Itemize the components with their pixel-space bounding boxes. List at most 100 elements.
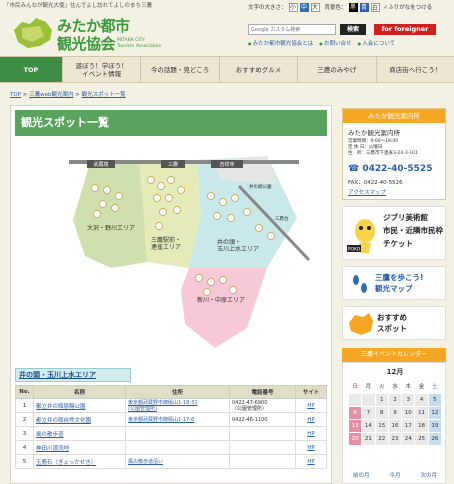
calendar-day[interactable]: 5	[428, 394, 441, 406]
global-nav: TOP 遊ぼう！学ぼう！ イベント情報 今の話題・見どころ おすすめグルメ 三鷹…	[0, 56, 454, 83]
table-row: 1 都立井の頭恩賜公園 東京都武蔵野市御殿山1-18-31 (公園管理所) 04…	[15, 398, 327, 413]
area-label-renjaku[interactable]: 三鷹駅前・連雀エリア	[151, 236, 181, 251]
breadcrumb-guide[interactable]: 三鷹web観光案内	[29, 92, 73, 98]
weekday-header: 月	[365, 384, 372, 390]
nav-events[interactable]: 遊ぼう！学ぼう！ イベント情報	[63, 57, 142, 82]
calendar-day[interactable]: 24	[402, 433, 415, 445]
row-tel: 0422-47-6900 （公園管理所）	[229, 398, 296, 413]
calendar-day[interactable]: 7	[362, 407, 375, 419]
area-label-shinkawa[interactable]: 新川・中原エリア	[197, 296, 245, 304]
link-join[interactable]: 入会について	[358, 39, 395, 47]
row-site-link[interactable]: HP	[295, 440, 327, 455]
area-label-osawa[interactable]: 大沢・野川エリア	[87, 224, 135, 232]
row-tel: 0422-46-1100	[229, 412, 296, 427]
font-size-large[interactable]: 大	[310, 2, 320, 12]
row-address[interactable]: 東京都武蔵野市御殿山1-17-6	[125, 412, 230, 427]
calendar-day	[349, 394, 362, 406]
calendar-day[interactable]: 14	[362, 420, 375, 432]
row-name[interactable]: 神田川源流地	[33, 440, 126, 455]
calendar-day[interactable]: 18	[415, 420, 428, 432]
calendar-day[interactable]: 6	[349, 407, 362, 419]
event-calendar: 12月 日 月 火 水 木 金 土 1 2 3 4 5 6 7 8 9 10 1…	[342, 362, 446, 484]
row-no: 3	[15, 426, 34, 441]
search-input[interactable]	[248, 24, 336, 35]
row-name[interactable]: 都立井の頭自然文化園	[33, 412, 126, 427]
ruby-label: ふりがなをつける	[388, 5, 433, 11]
calendar-day[interactable]: 26	[428, 433, 441, 445]
calendar-next[interactable]: 次の月	[420, 471, 437, 479]
walking-map-banner[interactable]: 三鷹を歩こう! 観光マップ	[342, 266, 446, 300]
area-osawa[interactable]	[73, 160, 147, 268]
font-size-small[interactable]: 小	[288, 2, 298, 12]
row-address	[125, 440, 230, 455]
breadcrumb-current[interactable]: 観光スポット一覧	[82, 92, 126, 98]
calendar-day[interactable]: 12	[428, 407, 441, 419]
nav-topics[interactable]: 今の話題・見どころ	[141, 57, 220, 82]
calendar-day[interactable]: 10	[402, 407, 415, 419]
calendar-day[interactable]: 16	[388, 420, 402, 432]
row-tel	[229, 440, 296, 455]
calendar-day[interactable]: 2	[388, 394, 402, 406]
bg-black-button[interactable]: 黒	[348, 2, 358, 12]
nav-souvenir[interactable]: 三鷹のみやげ	[298, 57, 377, 82]
area-map: 武蔵境 三鷹 吉祥寺 井の頭公園 三鷹台 大沢・野川エリア 三鷹駅前・連雀エリア…	[11, 140, 331, 360]
link-about[interactable]: みたか都市観光協会とは	[248, 39, 314, 47]
ruby-toggle[interactable]: ✓ふりがなをつける	[384, 3, 433, 11]
calendar-day[interactable]: 9	[388, 407, 402, 419]
row-site-link[interactable]: HP	[295, 398, 327, 413]
bg-blue-button[interactable]: 青	[359, 2, 369, 12]
calendar-day[interactable]: 4	[415, 394, 428, 406]
calendar-day[interactable]: 1	[375, 394, 388, 406]
spot-table: No. 名称 住所 電話番号 サイト 1 都立井の頭恩賜公園 東京都武蔵野市御殿…	[15, 385, 327, 469]
calendar-day[interactable]: 21	[362, 433, 375, 445]
calendar-day[interactable]: 3	[402, 394, 415, 406]
weekday-header: 水	[392, 384, 398, 390]
page-title: 観光スポット一覧	[15, 110, 327, 136]
calendar-day[interactable]: 13	[349, 420, 362, 432]
station-mitaka[interactable]: 三鷹	[168, 161, 178, 168]
calendar-day[interactable]: 25	[415, 433, 428, 445]
calendar-day[interactable]: 19	[428, 420, 441, 432]
breadcrumb-home[interactable]: TOP	[10, 92, 21, 98]
calendar-day[interactable]: 8	[375, 407, 388, 419]
recommended-spots-banner[interactable]: おすすめ スポット	[342, 306, 446, 340]
calendar-day[interactable]: 23	[388, 433, 402, 445]
ghibli-line2: 市民・近隣市民枠	[383, 226, 443, 235]
calendar-prev[interactable]: 前の月	[353, 471, 370, 479]
row-address[interactable]: 風の散歩道沿い	[125, 454, 230, 469]
station-kichijoji[interactable]: 吉祥寺	[219, 161, 234, 168]
calendar-day[interactable]: 11	[415, 407, 428, 419]
row-site-link[interactable]: HP	[295, 454, 327, 469]
row-name[interactable]: 都立井の頭恩賜公園	[33, 398, 126, 413]
calendar-day[interactable]: 17	[402, 420, 415, 432]
bg-white-button[interactable]: 白	[370, 2, 380, 12]
station-mitakadai[interactable]: 三鷹台	[275, 215, 289, 222]
calendar-today[interactable]: 今月	[389, 471, 400, 479]
nav-shopping[interactable]: 商店街へ行こう！	[377, 57, 454, 82]
search-button[interactable]: 検索	[340, 24, 366, 35]
ghibli-ticket-banner[interactable]: POKO ジブリ美術館 市民・近隣市民枠 チケット	[342, 206, 446, 260]
logo-title-line2[interactable]: 観光協会	[57, 33, 116, 54]
area-renjaku[interactable]	[139, 160, 201, 268]
section-title[interactable]: 井の頭・玉川上水エリア	[15, 368, 131, 382]
info-hours-line: 住 所：三鷹市下連雀3-24-3-101	[348, 151, 418, 156]
link-contact[interactable]: お問い合せ	[319, 39, 352, 47]
access-map-link[interactable]: アクセスマップ	[348, 188, 386, 196]
station-inokashira-park[interactable]: 井の頭公園	[249, 183, 272, 190]
row-name[interactable]: 風の散歩道	[33, 426, 126, 441]
for-foreigner-button[interactable]: for foreigner	[374, 24, 436, 35]
station-musashisakai[interactable]: 武蔵境	[93, 161, 108, 168]
row-address	[125, 426, 230, 441]
calendar-day[interactable]: 15	[375, 420, 388, 432]
row-address[interactable]: 東京都武蔵野市御殿山1-18-31 (公園管理所)	[125, 398, 230, 413]
row-no: 4	[15, 440, 34, 455]
logo-map-icon[interactable]	[10, 16, 56, 50]
row-name[interactable]: 玉鹿石（ぎょっかせき）	[33, 454, 126, 469]
calendar-day[interactable]: 20	[349, 433, 362, 445]
calendar-day[interactable]: 22	[375, 433, 388, 445]
nav-gourmet[interactable]: おすすめグルメ	[220, 57, 299, 82]
font-size-medium[interactable]: 中	[299, 2, 309, 12]
row-site-link[interactable]: HP	[295, 412, 327, 427]
nav-top[interactable]: TOP	[0, 57, 63, 82]
row-site-link[interactable]: HP	[295, 426, 327, 441]
